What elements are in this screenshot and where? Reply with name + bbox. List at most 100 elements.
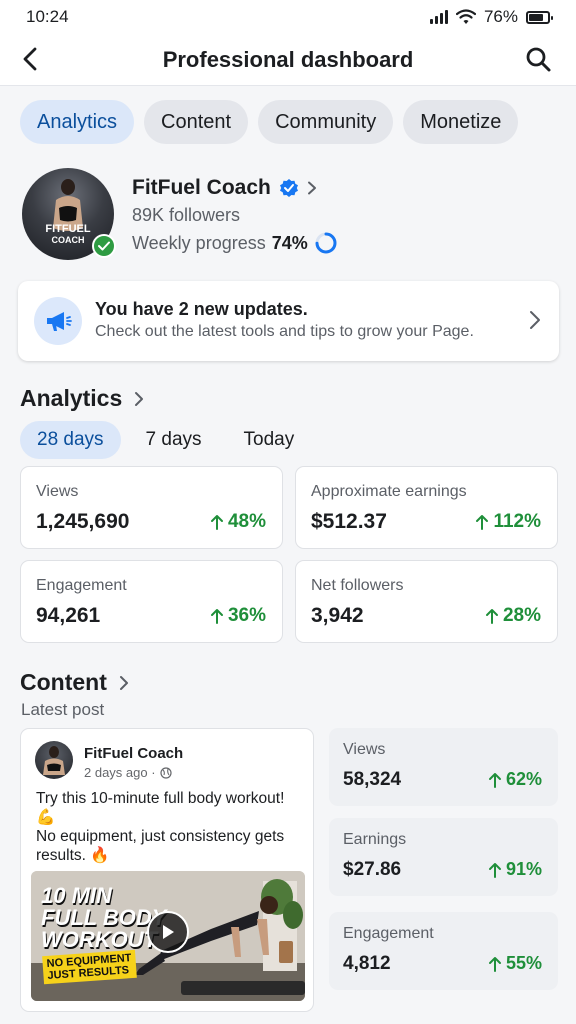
arrow-up-icon	[210, 609, 223, 624]
metric-change-value: 36%	[227, 605, 266, 626]
metric-value: 3,942	[311, 604, 364, 627]
arrow-up-icon	[485, 609, 498, 624]
metric-card-earnings[interactable]: Approximate earnings $512.37 112%	[295, 466, 558, 549]
post-text-line-1: Try this 10-minute full body workout! 💪	[36, 790, 285, 826]
period-today[interactable]: Today	[227, 421, 312, 459]
content-section-link[interactable]: Content	[20, 669, 129, 696]
globe-icon	[159, 766, 172, 779]
post-time: 2 days ago ·	[84, 765, 156, 780]
stat-change-value: 62%	[505, 769, 542, 789]
arrow-up-icon	[488, 956, 501, 972]
search-button[interactable]	[524, 45, 552, 73]
chevron-right-icon	[307, 181, 316, 195]
chevron-right-icon	[119, 675, 128, 690]
progress-value: 74%	[271, 232, 308, 253]
progress-ring-icon	[315, 232, 337, 254]
post-stat-engagement: Engagement 4,812 55%	[329, 912, 558, 990]
tab-monetize[interactable]: Monetize	[403, 100, 519, 144]
arrow-up-icon	[488, 862, 501, 878]
post-text-line-2: No equipment, just consistency gets resu…	[36, 828, 285, 864]
metric-change-value: 112%	[493, 511, 541, 532]
metric-change: 112%	[475, 511, 541, 533]
stat-label: Earnings	[343, 831, 407, 848]
avatar-check-icon	[92, 234, 116, 258]
metric-label: Approximate earnings	[311, 483, 467, 500]
stat-value: 4,812	[343, 953, 391, 974]
media-title: 10 MIN FULL BODY WORKOUT	[41, 885, 166, 951]
arrow-up-icon	[210, 515, 223, 530]
metric-label: Net followers	[311, 577, 404, 594]
media-title-line-1: 10 MIN	[41, 883, 112, 908]
analytics-section-link[interactable]: Analytics	[20, 385, 144, 412]
chevron-right-icon	[135, 391, 144, 406]
battery-fill	[529, 13, 543, 21]
back-arrow-icon	[23, 47, 37, 71]
stat-change-value: 91%	[505, 859, 542, 879]
tab-analytics[interactable]: Analytics	[20, 100, 135, 144]
metric-change-value: 28%	[502, 605, 541, 626]
metric-change: 48%	[210, 511, 266, 533]
play-icon	[163, 925, 174, 939]
status-bar: 10:24 76%	[0, 0, 576, 34]
metric-card-net-followers[interactable]: Net followers 3,942 28%	[295, 560, 558, 643]
battery-percent: 76%	[483, 7, 518, 26]
period-28-days[interactable]: 28 days	[20, 421, 121, 459]
signal-icon	[429, 10, 448, 24]
profile-name-link[interactable]: FitFuel Coach	[132, 176, 317, 200]
status-time: 10:24	[26, 7, 69, 26]
back-button[interactable]	[22, 46, 46, 72]
post-video-thumbnail[interactable]: 10 MIN FULL BODY WORKOUT NO EQUIPMENT JU…	[31, 871, 305, 1001]
arrow-up-icon	[476, 515, 489, 530]
follower-count: 89K followers	[132, 205, 241, 225]
stat-label: Engagement	[343, 925, 434, 942]
tab-content[interactable]: Content	[144, 100, 249, 144]
updates-subtitle: Check out the latest tools and tips to g…	[95, 323, 474, 340]
post-stat-views: Views 58,324 62%	[329, 728, 558, 806]
post-author[interactable]: FitFuel Coach	[84, 745, 183, 762]
metric-card-engagement[interactable]: Engagement 94,261 36%	[20, 560, 283, 643]
progress-label: Weekly progress	[132, 232, 266, 253]
weekly-progress: Weekly progress 74%	[132, 231, 338, 255]
content-heading: Content	[20, 669, 107, 695]
post-stat-earnings: Earnings $27.86 91%	[329, 818, 558, 896]
updates-title: You have 2 new updates.	[95, 299, 308, 319]
wifi-icon	[455, 9, 476, 24]
dashboard-tabs: Analytics Content Community Monetize	[20, 100, 519, 144]
stat-label: Views	[343, 741, 386, 758]
megaphone-icon	[34, 297, 82, 345]
metric-label: Views	[36, 483, 79, 500]
metric-change: 36%	[210, 605, 266, 627]
verified-badge-icon	[279, 179, 298, 197]
updates-card[interactable]: You have 2 new updates. Check out the la…	[18, 281, 559, 361]
stat-change: 62%	[488, 769, 542, 790]
post-meta: 2 days ago ·	[84, 765, 172, 780]
metric-card-views[interactable]: Views 1,245,690 48%	[20, 466, 283, 549]
tab-community[interactable]: Community	[258, 100, 394, 144]
app-header: Professional dashboard	[0, 34, 576, 86]
profile-summary: FITFUEL COACH FitFuel Coach 89K follower…	[22, 168, 562, 264]
battery-icon	[526, 10, 553, 24]
page-title: Professional dashboard	[162, 46, 414, 72]
stat-change: 55%	[488, 953, 542, 974]
metric-change: 28%	[485, 605, 541, 627]
analytics-heading: Analytics	[20, 385, 123, 411]
metric-change-value: 48%	[227, 511, 266, 532]
metric-value: $512.37	[311, 510, 387, 533]
metric-value: 94,261	[36, 604, 101, 627]
status-icons: 76%	[429, 7, 553, 27]
period-7-days[interactable]: 7 days	[129, 421, 219, 459]
stat-value: 58,324	[343, 769, 402, 790]
latest-post-card[interactable]: FitFuel Coach 2 days ago · Try this 10-m…	[20, 728, 314, 1012]
play-button[interactable]	[147, 911, 189, 953]
arrow-up-icon	[488, 772, 501, 788]
search-icon	[526, 47, 551, 72]
period-selector: 28 days 7 days Today	[20, 421, 311, 459]
chevron-right-icon	[530, 311, 540, 329]
metric-value: 1,245,690	[36, 510, 130, 533]
post-avatar	[35, 741, 73, 779]
metric-label: Engagement	[36, 577, 127, 594]
stat-change-value: 55%	[505, 953, 542, 973]
post-text: Try this 10-minute full body workout! 💪 …	[36, 789, 306, 865]
latest-post-label: Latest post	[21, 700, 105, 719]
stat-value: $27.86	[343, 859, 402, 880]
